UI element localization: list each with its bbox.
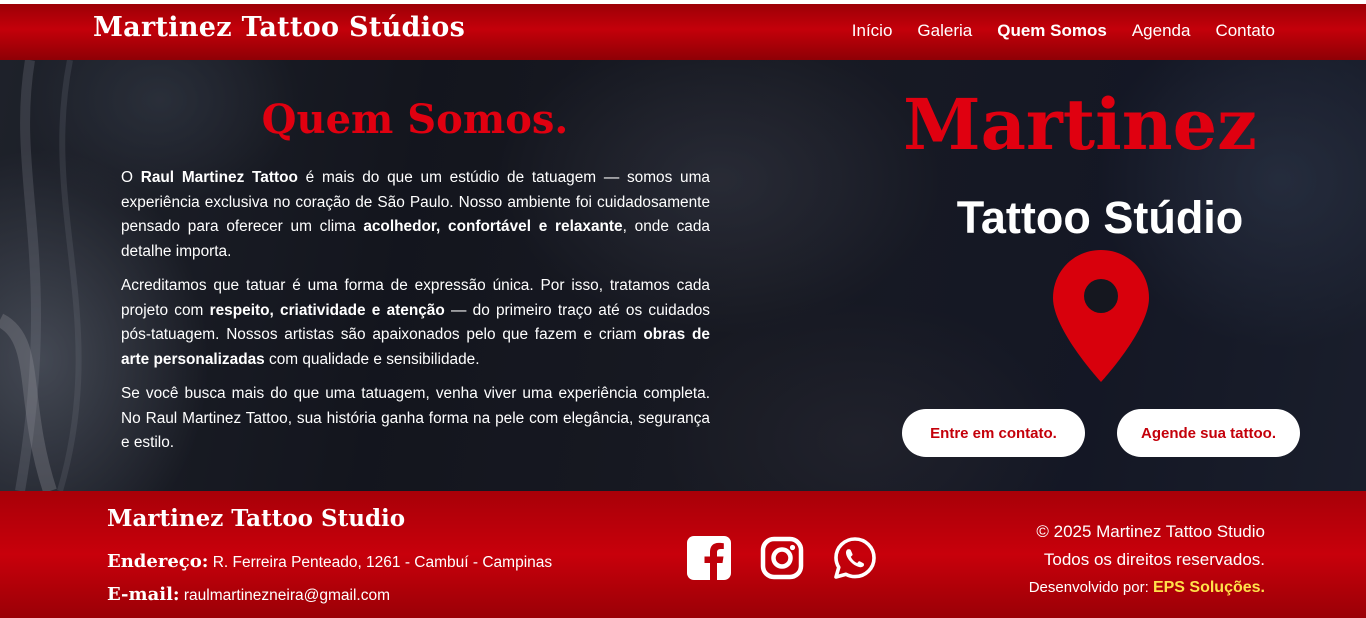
copyright: © 2025 Martinez Tattoo Studio bbox=[1036, 522, 1265, 541]
hero-logo-word: Martinez bbox=[903, 83, 1257, 166]
instagram-icon[interactable] bbox=[760, 536, 804, 580]
bold-span: respeito, criatividade e atenção bbox=[209, 301, 445, 319]
nav-agenda[interactable]: Agenda bbox=[1132, 21, 1191, 41]
hero-logo-subtitle: Tattoo Stúdio bbox=[956, 192, 1244, 243]
site-header: Martinez Tattoo Stúdios Início Galeria Q… bbox=[0, 4, 1366, 60]
developer-label: Desenvolvido por: bbox=[1028, 579, 1149, 596]
about-title: Quem Somos. bbox=[261, 96, 569, 143]
hero-section: Quem Somos. O Raul Martinez Tattoo é mai… bbox=[0, 60, 1366, 491]
contact-button[interactable]: Entre em contato. bbox=[902, 409, 1085, 457]
bold-span: Raul Martinez Tattoo bbox=[140, 169, 298, 186]
location-pin-icon bbox=[1053, 250, 1149, 382]
text-span: com qualidade e sensibilidade. bbox=[264, 350, 480, 368]
email-label: E-mail: bbox=[107, 584, 180, 605]
schedule-tattoo-button[interactable]: Agende sua tattoo. bbox=[1117, 409, 1300, 457]
nav-contato[interactable]: Contato bbox=[1215, 21, 1275, 41]
about-paragraph-3: Se você busca mais do que uma tatuagem, … bbox=[121, 385, 710, 451]
bold-span: acolhedor, confortável e relaxante bbox=[363, 218, 623, 235]
about-paragraph-1: O Raul Martinez Tattoo é mais do que um … bbox=[121, 166, 710, 264]
address-value: R. Ferreira Penteado, 1261 - Cambuí - Ca… bbox=[212, 554, 553, 571]
footer-address: Endereço: R. Ferreira Penteado, 1261 - C… bbox=[107, 551, 552, 572]
rights-reserved: Todos os direitos reservados. bbox=[1043, 550, 1265, 569]
footer-brand: Martinez Tattoo Studio bbox=[107, 505, 406, 532]
about-paragraph-2: Acreditamos que tatuar é uma forma de ex… bbox=[121, 274, 710, 372]
facebook-icon[interactable] bbox=[687, 536, 731, 580]
nav-inicio[interactable]: Início bbox=[852, 21, 893, 41]
developer-name[interactable]: EPS Soluções. bbox=[1153, 579, 1265, 596]
main-nav: Início Galeria Quem Somos Agenda Contato bbox=[852, 21, 1275, 41]
address-label: Endereço: bbox=[107, 551, 209, 572]
developer-credit: Desenvolvido por: EPS Soluções. bbox=[1029, 574, 1265, 602]
nav-galeria[interactable]: Galeria bbox=[917, 21, 972, 41]
email-value[interactable]: raulmartinezneira@gmail.com bbox=[184, 587, 390, 604]
site-footer: Martinez Tattoo Studio Endereço: R. Ferr… bbox=[0, 491, 1366, 618]
nav-quem-somos[interactable]: Quem Somos bbox=[997, 21, 1107, 41]
site-logo[interactable]: Martinez Tattoo Stúdios bbox=[93, 12, 465, 43]
text-span: O bbox=[121, 169, 141, 186]
footer-credits: © 2025 Martinez Tattoo Studio Todos os d… bbox=[1029, 518, 1265, 602]
footer-email: E-mail: raulmartinezneira@gmail.com bbox=[107, 584, 390, 605]
about-text: O Raul Martinez Tattoo é mais do que um … bbox=[121, 166, 710, 466]
whatsapp-icon[interactable] bbox=[833, 536, 877, 580]
